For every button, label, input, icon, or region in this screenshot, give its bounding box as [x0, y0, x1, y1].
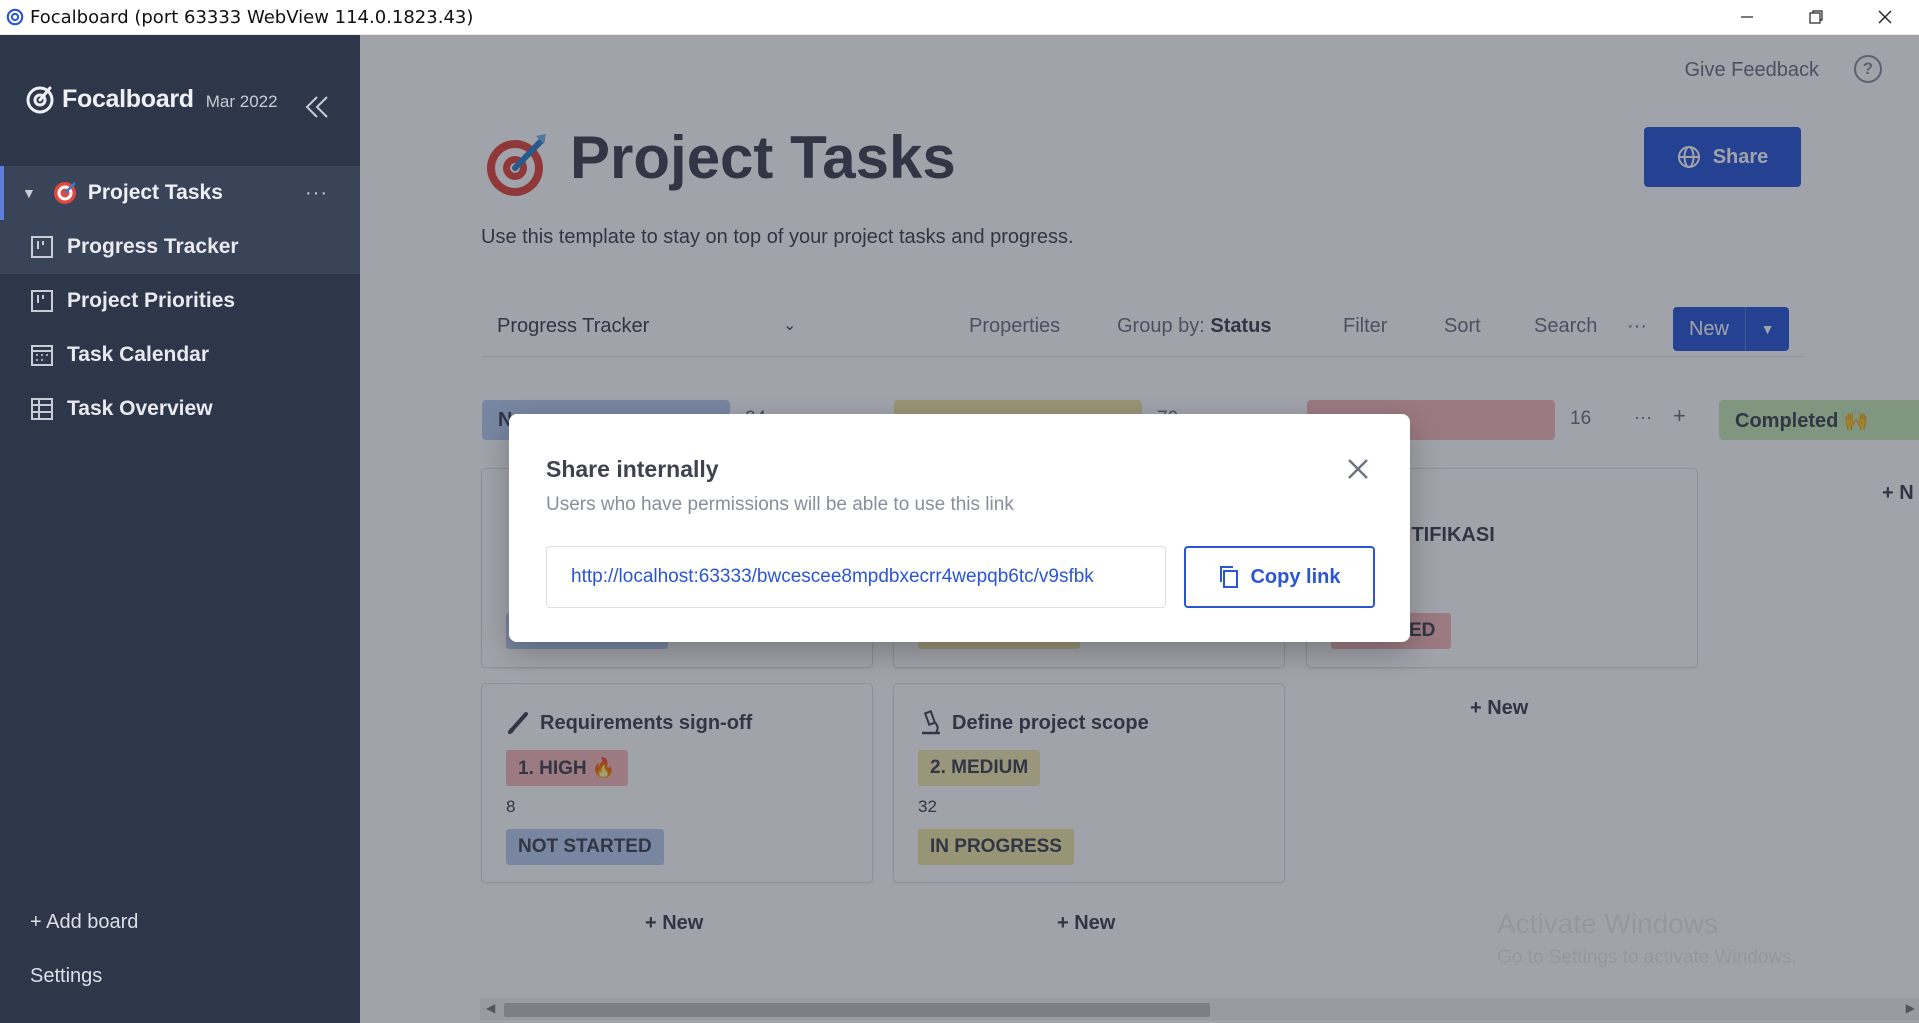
- sidebar-item-progress-tracker[interactable]: Progress Tracker: [0, 220, 360, 274]
- add-board-button[interactable]: + Add board: [30, 911, 138, 934]
- table-icon: [31, 398, 53, 420]
- sidebar-board-label: Project Tasks: [87, 181, 223, 204]
- brand-name: Focalboard: [62, 84, 194, 113]
- collapse-sidebar-icon[interactable]: [302, 92, 332, 122]
- brand-version: Mar 2022: [205, 92, 278, 111]
- chevron-down-icon[interactable]: ▼: [22, 185, 36, 201]
- sidebar: Focalboard Mar 2022 ▼ Project Tasks ··· …: [0, 35, 360, 1023]
- minimize-button[interactable]: [1712, 0, 1781, 35]
- restore-button[interactable]: [1781, 0, 1850, 35]
- board-options-icon[interactable]: ···: [305, 182, 328, 205]
- sidebar-item-label: Progress Tracker: [67, 235, 239, 258]
- copy-link-label: Copy link: [1250, 565, 1341, 588]
- share-link-field[interactable]: http://localhost:63333/bwcescee8mpdbxecr…: [546, 546, 1166, 608]
- close-window-button[interactable]: [1850, 0, 1919, 35]
- sidebar-item-project-priorities[interactable]: Project Priorities: [0, 274, 360, 328]
- window-controls: [1712, 0, 1919, 35]
- share-dialog: Share internally Users who have permissi…: [509, 414, 1410, 642]
- sidebar-item-task-calendar[interactable]: Task Calendar: [0, 328, 360, 382]
- focalboard-logo-icon: [26, 86, 54, 114]
- dialog-title: Share internally: [546, 456, 719, 482]
- restore-icon: [1808, 10, 1823, 24]
- share-link-text[interactable]: http://localhost:63333/bwcescee8mpdbxecr…: [571, 566, 1146, 588]
- sidebar-item-task-overview[interactable]: Task Overview: [0, 382, 360, 436]
- sidebar-item-label: Task Overview: [67, 397, 213, 420]
- window-titlebar: Focalboard (port 63333 WebView 114.0.182…: [0, 0, 1919, 35]
- copy-icon: [1220, 566, 1239, 588]
- window-title: Focalboard (port 63333 WebView 114.0.182…: [30, 6, 474, 28]
- target-emoji-icon: [53, 182, 76, 204]
- settings-button[interactable]: Settings: [30, 965, 102, 988]
- brand: Focalboard Mar 2022: [24, 83, 278, 115]
- copy-link-button[interactable]: Copy link: [1184, 546, 1375, 608]
- board-view-icon: [31, 236, 53, 258]
- minimize-icon: [1740, 16, 1753, 18]
- close-icon: [1878, 10, 1891, 24]
- dialog-subtitle: Users who have permissions will be able …: [546, 494, 1014, 515]
- sidebar-item-label: Task Calendar: [67, 343, 210, 366]
- board-view-icon: [31, 290, 53, 312]
- calendar-icon: [31, 345, 53, 366]
- sidebar-board-project-tasks[interactable]: ▼ Project Tasks ···: [0, 166, 360, 220]
- sidebar-item-label: Project Priorities: [67, 289, 236, 312]
- close-icon[interactable]: [1343, 454, 1373, 484]
- focalboard-app-icon: [6, 8, 24, 26]
